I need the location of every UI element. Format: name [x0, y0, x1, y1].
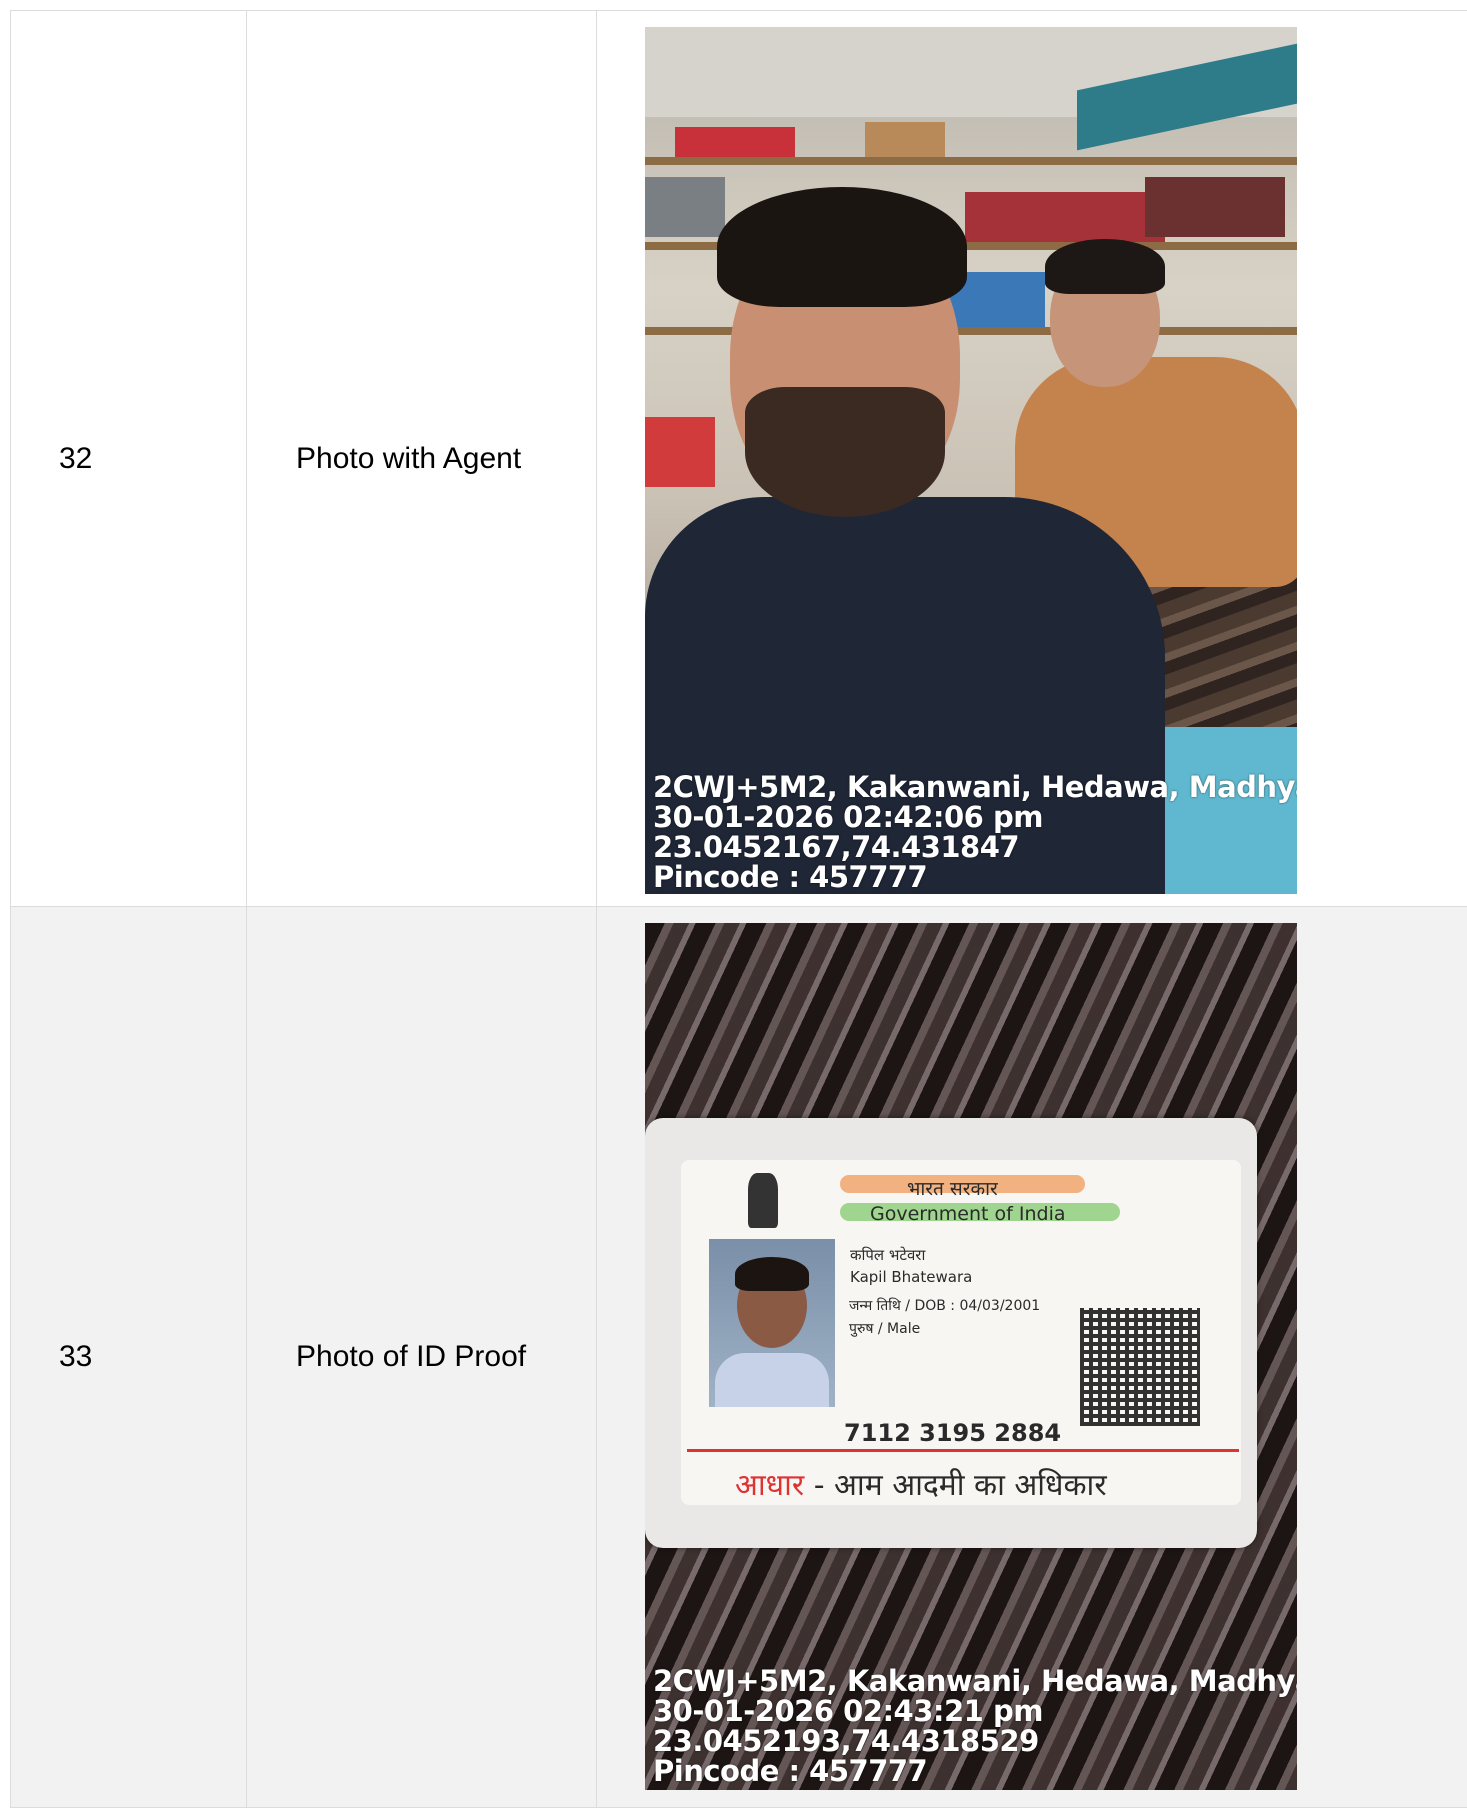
- card-dob: जन्म तिथि / DOB : 04/03/2001: [849, 1298, 1041, 1314]
- geotag-overlay: 2CWJ+5M2, Kakanwani, Hedawa, Madhya Pr 3…: [645, 766, 1297, 894]
- geotag-pincode: Pincode : 457777: [653, 860, 928, 894]
- card-tagline-rest: - आम आदमी का अधिकार: [804, 1468, 1107, 1503]
- card-tagline-red: आधार: [735, 1468, 805, 1503]
- product-box: [675, 127, 795, 157]
- card-holder-shirt: [715, 1353, 829, 1407]
- person-hair: [717, 187, 967, 307]
- row-label: Photo of ID Proof: [247, 907, 597, 1807]
- table-row: 32 Photo with Agent 2CWJ+5M2, Kakanwani,…: [11, 11, 1467, 907]
- records-table: 32 Photo with Agent 2CWJ+5M2, Kakanwani,…: [10, 10, 1467, 1808]
- row-label: Photo with Agent: [247, 11, 597, 906]
- geotag-coordinates: 23.0452193,74.4318529: [653, 1724, 1039, 1758]
- card-gov-hindi: भारत सरकार: [907, 1178, 998, 1200]
- emblem-icon: [748, 1173, 778, 1228]
- geotag-timestamp: 30-01-2026 02:43:21 pm: [653, 1694, 1043, 1728]
- product-box: [645, 417, 715, 487]
- geotag-pincode: Pincode : 457777: [653, 1754, 928, 1788]
- card-gender: पुरुष / Male: [849, 1321, 921, 1337]
- product-box: [645, 177, 725, 237]
- table-row: 33 Photo of ID Proof भारत सरकार Governme…: [11, 907, 1467, 1808]
- photo-cell: भारत सरकार Government of India कपिल भटेव…: [597, 907, 1467, 1807]
- geotag-address: 2CWJ+5M2, Kakanwani, Hedawa, Madhya Pr: [653, 1664, 1297, 1698]
- row-number: 33: [11, 907, 247, 1807]
- row-number: 32: [11, 11, 247, 906]
- product-box: [965, 192, 1165, 242]
- geotag-coordinates: 23.0452167,74.431847: [653, 830, 1020, 864]
- agent-photo[interactable]: 2CWJ+5M2, Kakanwani, Hedawa, Madhya Pr 3…: [645, 27, 1297, 894]
- qr-code-icon: [1080, 1308, 1200, 1426]
- agent-hair: [1045, 239, 1165, 294]
- card-number: 7112 3195 2884: [844, 1419, 1062, 1447]
- geotag-timestamp: 30-01-2026 02:42:06 pm: [653, 800, 1043, 834]
- card-divider: [687, 1449, 1239, 1452]
- photo-cell: 2CWJ+5M2, Kakanwani, Hedawa, Madhya Pr 3…: [597, 11, 1467, 906]
- card-tagline: आधार - आम आदमी का अधिकार: [735, 1463, 1107, 1504]
- geotag-address: 2CWJ+5M2, Kakanwani, Hedawa, Madhya Pr: [653, 770, 1297, 804]
- card-gov-english: Government of India: [870, 1203, 1066, 1225]
- card-name-english: Kapil Bhatewara: [850, 1268, 973, 1286]
- shelf: [645, 157, 1297, 165]
- id-proof-photo[interactable]: भारत सरकार Government of India कपिल भटेव…: [645, 923, 1297, 1790]
- person-beard: [745, 387, 945, 517]
- product-box: [1145, 177, 1285, 237]
- card-name-hindi: कपिल भटेवरा: [850, 1246, 926, 1264]
- geotag-overlay: 2CWJ+5M2, Kakanwani, Hedawa, Madhya Pr 3…: [645, 1660, 1297, 1790]
- card-holder-hair: [735, 1257, 809, 1291]
- product-box: [865, 122, 945, 157]
